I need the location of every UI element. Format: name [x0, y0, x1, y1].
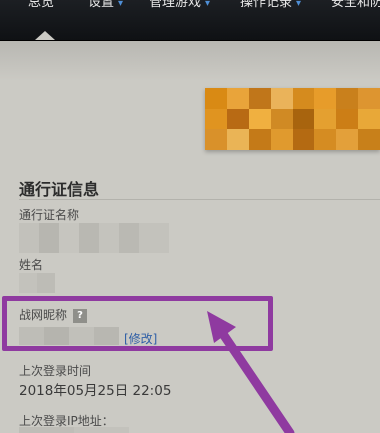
annotation-arrow — [207, 311, 295, 433]
